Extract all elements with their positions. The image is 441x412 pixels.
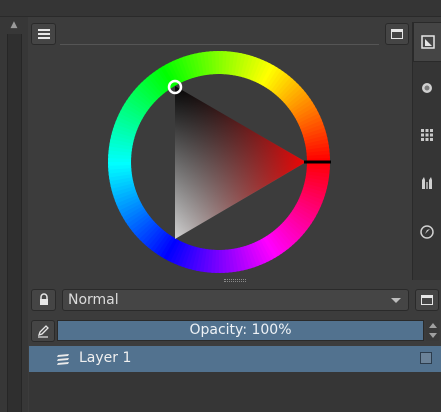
lock-layer-button[interactable] bbox=[31, 289, 56, 311]
chevron-up-icon[interactable] bbox=[429, 323, 437, 328]
panel-menu-button[interactable] bbox=[31, 23, 56, 45]
list-item[interactable]: Layer 1 bbox=[29, 346, 441, 372]
opacity-label: Opacity: 100% bbox=[189, 322, 292, 338]
blend-mode-value: Normal bbox=[68, 292, 119, 308]
layer-visibility-checkbox[interactable] bbox=[420, 352, 432, 364]
float-panel-button[interactable] bbox=[385, 23, 409, 45]
color-selector-icon bbox=[420, 35, 435, 49]
window-icon bbox=[421, 295, 433, 305]
hamburger-icon bbox=[37, 29, 50, 39]
panel-resize-grip[interactable] bbox=[224, 279, 246, 282]
edit-layer-button[interactable] bbox=[31, 320, 55, 342]
scroll-up-arrow[interactable]: ▲ bbox=[8, 20, 20, 30]
top-strip bbox=[0, 0, 441, 17]
layer-stack-icon bbox=[57, 354, 69, 365]
panel-title-field bbox=[60, 23, 379, 45]
layer-options-button[interactable] bbox=[415, 289, 439, 311]
opacity-slider[interactable]: Opacity: 100% bbox=[57, 320, 424, 341]
palette-grid-icon bbox=[421, 129, 433, 141]
compass-icon bbox=[420, 225, 434, 239]
tab-brush-presets[interactable] bbox=[413, 163, 441, 203]
tab-brush[interactable] bbox=[413, 68, 441, 108]
pencil-icon bbox=[37, 325, 49, 338]
color-selector[interactable] bbox=[60, 48, 390, 280]
lock-icon bbox=[39, 293, 48, 305]
chevron-down-icon bbox=[391, 298, 401, 303]
window-icon bbox=[391, 29, 403, 39]
circle-brush-icon bbox=[422, 83, 432, 93]
tab-palette[interactable] bbox=[413, 115, 441, 155]
blend-mode-select[interactable]: Normal bbox=[62, 289, 409, 311]
tab-color-selector[interactable] bbox=[413, 22, 441, 62]
tab-compass[interactable] bbox=[413, 212, 441, 252]
layer-name: Layer 1 bbox=[79, 350, 132, 366]
opacity-spinbox[interactable] bbox=[426, 320, 439, 341]
chevron-down-icon[interactable] bbox=[429, 333, 437, 338]
brush-preset-icon bbox=[422, 177, 432, 189]
left-scrollbar[interactable] bbox=[7, 34, 22, 412]
